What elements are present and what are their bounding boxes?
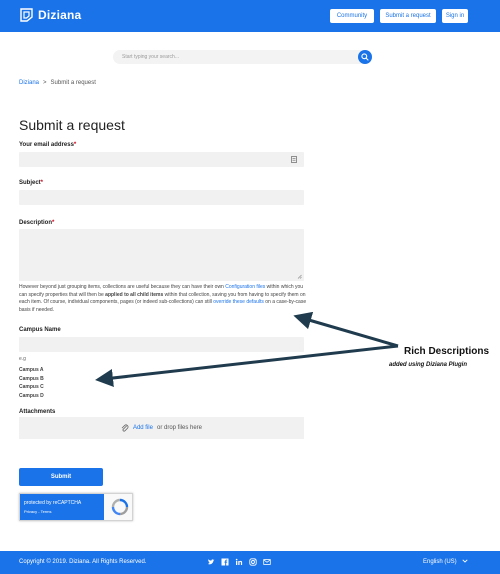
facebook-icon[interactable]	[221, 558, 229, 566]
chevron-down-icon	[462, 559, 468, 564]
instagram-icon[interactable]	[249, 558, 257, 566]
twitter-icon[interactable]	[207, 558, 215, 566]
annotation-arrow-lower	[95, 344, 399, 387]
social-links	[207, 558, 271, 566]
footer: Copyright © 2019. Diziana. All Rights Re…	[0, 551, 500, 574]
annotation-arrows	[95, 311, 399, 387]
annotation-subtitle: added using Diziana Plugin	[389, 362, 468, 368]
language-selector[interactable]: English (US)	[423, 551, 468, 574]
language-label: English (US)	[423, 559, 457, 565]
email-icon[interactable]	[263, 558, 271, 566]
annotation-arrow-upper	[293, 311, 399, 348]
copyright-text: Copyright © 2019. Diziana. All Rights Re…	[19, 559, 147, 565]
annotation-title: Rich Descriptions	[404, 346, 490, 357]
linkedin-icon[interactable]	[235, 558, 243, 566]
